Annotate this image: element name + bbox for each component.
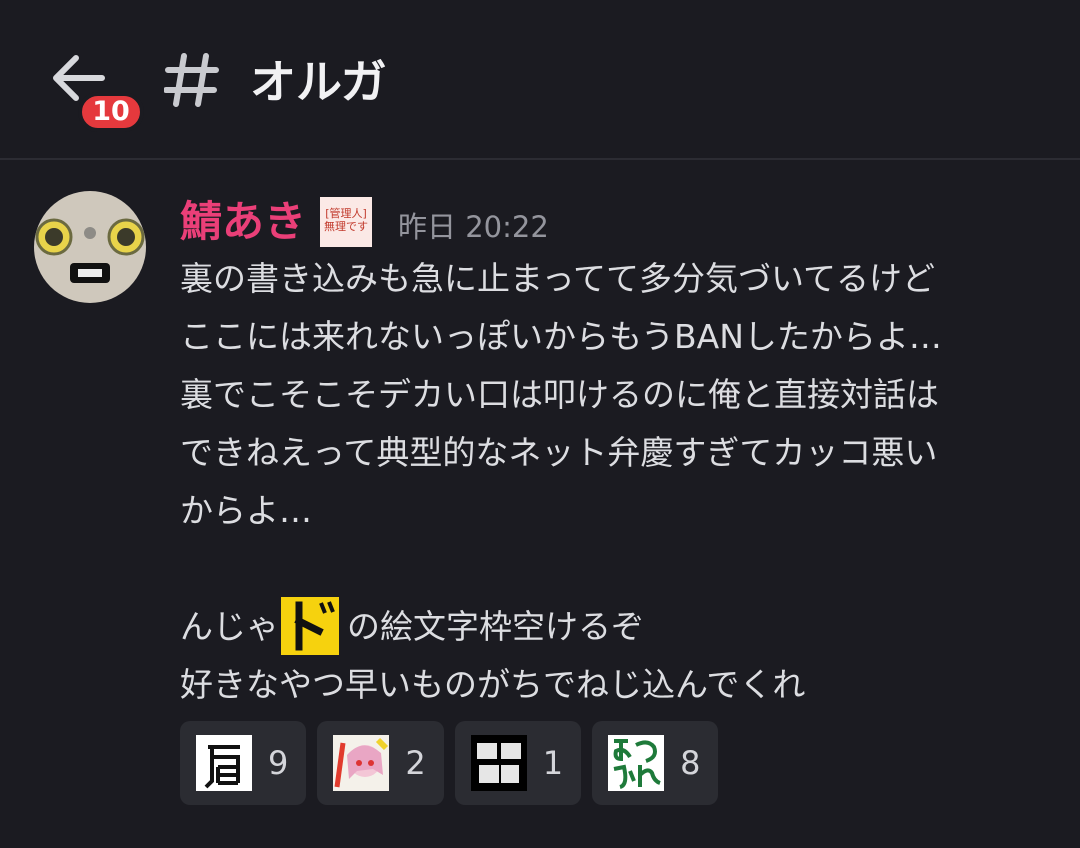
message-header: 鯖あき [管理人] 無理です 昨日 20:22 — [180, 196, 549, 248]
channel-header: 10 オルガ — [0, 0, 1080, 160]
text-after-emoji: の絵文字枠空けるぞ — [347, 607, 644, 646]
kata-kanji-emoji — [196, 735, 252, 791]
reaction-otsukare[interactable]: 8 — [592, 721, 719, 805]
shikata-nashi-emoji — [470, 735, 527, 791]
reaction-kata[interactable]: 9 — [180, 721, 307, 805]
role-icon-line2: 無理です — [324, 220, 369, 233]
text-before-emoji: んじゃ — [180, 607, 279, 646]
avatar[interactable] — [34, 191, 146, 303]
reaction-count: 8 — [680, 744, 701, 782]
message-line: できねえって典型的なネット弁慶すぎてカッコ悪い — [180, 433, 938, 472]
timestamp: 昨日 20:22 — [398, 210, 549, 244]
role-icon-line1: [管理人] — [325, 207, 367, 220]
reaction-count: 1 — [542, 744, 564, 782]
otsukare-emoji — [608, 735, 665, 791]
message-body: 裏の書き込みも急に止まってて多分気づいてるけど ここには来れないっぽいからもうB… — [180, 250, 1060, 714]
message-line: 裏でこそこそデカい口は叩けるのに俺と直接対話は — [180, 375, 939, 414]
yatta-anime-girl-emoji — [333, 735, 390, 791]
author-name[interactable]: 鯖あき — [180, 196, 306, 248]
do-katakana-emoji — [281, 596, 339, 655]
message-line-with-emoji: んじゃ の絵文字枠空けるぞ — [180, 596, 1060, 656]
reaction-count: 2 — [405, 744, 426, 782]
reaction-yatta[interactable]: 2 — [317, 721, 444, 805]
message-line: 裏の書き込みも急に止まってて多分気づいてるけど — [180, 259, 936, 298]
unread-badge: 10 — [78, 92, 144, 132]
message-line: からよ… — [180, 491, 312, 530]
reaction-bar: 9 2 1 8 — [180, 721, 729, 805]
role-icon: [管理人] 無理です — [320, 197, 373, 247]
reaction-shikata-nashi[interactable]: 1 — [454, 721, 582, 805]
message-line: ここには来れないっぽいからもうBANしたからよ… — [180, 317, 942, 356]
reaction-count: 9 — [268, 744, 289, 782]
message-line: 好きなやつ早いものがちでねじ込んでくれ — [180, 665, 806, 704]
channel-title: オルガ — [250, 55, 387, 109]
hash-icon — [164, 53, 219, 107]
